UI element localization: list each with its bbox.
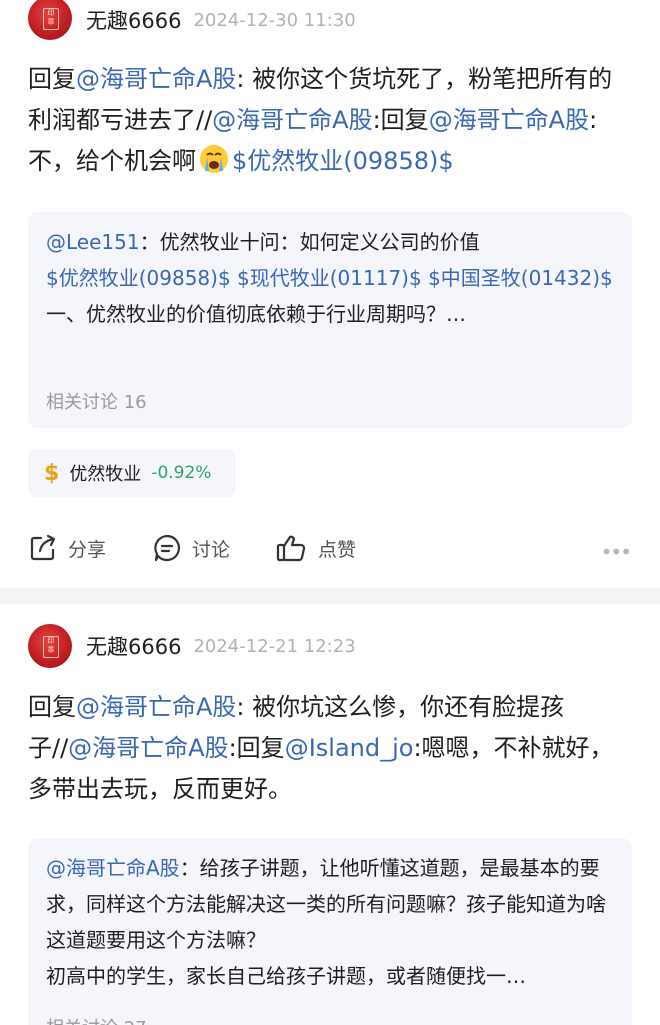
quote-excerpt: 初高中的学生，家长自己给孩子讲题，或者随便找一… xyxy=(46,964,526,988)
share-icon xyxy=(30,534,56,561)
share-button[interactable]: 分享 xyxy=(28,533,106,563)
post-text: :回复 xyxy=(228,734,285,762)
post-text: :回复 xyxy=(372,106,429,134)
more-options-icon[interactable]: ••• xyxy=(601,540,632,564)
stock-tag-link[interactable]: $优然牧业(09858)$ xyxy=(232,147,454,175)
like-label: 点赞 xyxy=(318,538,357,561)
reply-prefix: 回复 xyxy=(28,693,76,721)
thumbs-up-icon xyxy=(276,535,306,562)
mention-link[interactable]: @Island_jo xyxy=(285,734,414,762)
related-discussions[interactable]: 相关讨论 16 xyxy=(46,388,147,414)
post-header: 印章 无趣6666 2024-12-30 11:30 xyxy=(28,0,356,40)
discuss-label: 讨论 xyxy=(192,538,231,561)
mention-link[interactable]: @海哥亡命A股 xyxy=(68,734,228,762)
post-time: 2024-12-30 11:30 xyxy=(193,9,356,31)
quote-stock-tags[interactable]: $优然牧业(09858)$ $现代牧业(01117)$ $中国圣牧(01432)… xyxy=(46,266,613,290)
avatar[interactable]: 印章 xyxy=(28,0,72,40)
mention-link[interactable]: @海哥亡命A股 xyxy=(76,65,236,93)
action-bar: 分享 讨论 点赞 ••• xyxy=(28,528,632,568)
post-card: 印章 无趣6666 2024-12-21 12:23 回复@海哥亡命A股: 被你… xyxy=(0,604,660,1025)
mention-link[interactable]: @海哥亡命A股 xyxy=(76,693,236,721)
quoted-post[interactable]: @海哥亡命A股：给孩子讲题，让他听懂这道题，是最基本的要求，同样这个方法能解决这… xyxy=(28,838,632,1025)
related-discussions[interactable]: 相关讨论 27 xyxy=(46,1014,147,1025)
quote-author-link[interactable]: @Lee151 xyxy=(46,230,140,254)
avatar[interactable]: 印章 xyxy=(28,624,72,668)
reply-prefix: 回复 xyxy=(28,65,76,93)
dollar-icon: $ xyxy=(44,460,60,486)
crying-emoji-icon xyxy=(200,145,228,173)
like-button[interactable]: 点赞 xyxy=(276,533,356,563)
quoted-post[interactable]: @Lee151：优然牧业十问：如何定义公司的价值 $优然牧业(09858)$ $… xyxy=(28,212,632,428)
quote-author-link[interactable]: @海哥亡命A股 xyxy=(46,856,180,880)
quote-title: ：优然牧业十问：如何定义公司的价值 xyxy=(139,230,480,254)
stock-chip[interactable]: $ 优然牧业 -0.92% xyxy=(28,449,236,497)
post-card: 印章 无趣6666 2024-12-30 11:30 回复@海哥亡命A股: 被你… xyxy=(0,0,660,588)
stock-name: 优然牧业 xyxy=(69,464,142,485)
username[interactable]: 无趣6666 xyxy=(86,5,181,35)
post-divider xyxy=(0,588,660,604)
stock-change: -0.92% xyxy=(151,463,212,483)
post-header: 印章 无趣6666 2024-12-21 12:23 xyxy=(28,624,356,668)
username[interactable]: 无趣6666 xyxy=(86,631,181,661)
quote-excerpt: 一、优然牧业的价值彻底依赖于行业周期吗？… xyxy=(46,302,466,326)
post-body: 回复@海哥亡命A股: 被你坑这么惨，你还有脸提孩子//@海哥亡命A股:回复@Is… xyxy=(28,687,628,810)
mention-link[interactable]: @海哥亡命A股 xyxy=(429,106,589,134)
share-label: 分享 xyxy=(68,538,107,561)
mention-link[interactable]: @海哥亡命A股 xyxy=(212,106,372,134)
comment-icon xyxy=(154,534,181,562)
post-time: 2024-12-21 12:23 xyxy=(193,635,356,657)
post-body: 回复@海哥亡命A股: 被你这个货坑死了，粉笔把所有的利润都亏进去了//@海哥亡命… xyxy=(28,59,628,182)
discuss-button[interactable]: 讨论 xyxy=(152,533,230,563)
